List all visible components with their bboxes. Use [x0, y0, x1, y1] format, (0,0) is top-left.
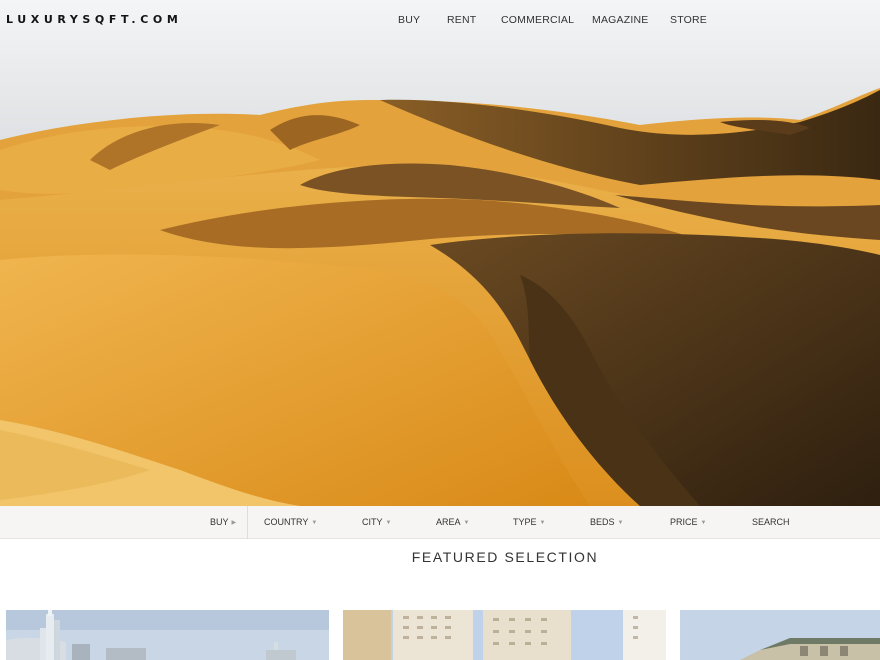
- filter-price-label: PRICE: [670, 517, 698, 527]
- caret-down-icon: ▼: [385, 520, 392, 526]
- nav-magazine[interactable]: MAGAZINE: [592, 14, 648, 26]
- search-button[interactable]: SEARCH: [752, 517, 790, 527]
- caret-right-icon: ▶: [231, 520, 237, 526]
- caret-down-icon: ▼: [617, 520, 624, 526]
- filter-city[interactable]: CITY ▼: [362, 517, 391, 527]
- residential-towers-image: [343, 610, 666, 660]
- page: LUXURYSQFT.COM BUY RENT COMMERCIAL MAGAZ…: [0, 0, 880, 660]
- downtown-tower-image: [6, 610, 329, 660]
- filter-country[interactable]: COUNTRY ▼: [264, 517, 317, 527]
- caret-down-icon: ▼: [311, 520, 318, 526]
- filter-beds[interactable]: BEDS ▼: [590, 517, 623, 527]
- caret-down-icon: ▼: [700, 520, 707, 526]
- featured-card-2[interactable]: [343, 610, 666, 660]
- nav-store[interactable]: STORE: [670, 14, 707, 26]
- desert-dunes-illustration: [0, 88, 880, 506]
- property-search-bar: BUY ▶ COUNTRY ▼ CITY ▼ AREA ▼ TYPE ▼ BEDS ▼ PR…: [0, 506, 880, 539]
- filter-buy[interactable]: BUY ▶: [210, 517, 236, 527]
- filter-city-label: CITY: [362, 517, 383, 527]
- filter-area-label: AREA: [436, 517, 461, 527]
- filter-buy-label: BUY: [210, 517, 229, 527]
- filter-divider: [247, 506, 248, 539]
- site-logo[interactable]: LUXURYSQFT.COM: [6, 13, 182, 26]
- featured-card-3[interactable]: [680, 610, 880, 660]
- top-navigation: LUXURYSQFT.COM BUY RENT COMMERCIAL MAGAZ…: [0, 0, 880, 40]
- hero-image: [0, 0, 880, 506]
- filter-price[interactable]: PRICE ▼: [670, 517, 706, 527]
- nav-buy[interactable]: BUY: [398, 14, 420, 26]
- featured-selection-heading: FEATURED SELECTION: [411, 549, 599, 565]
- filter-country-label: COUNTRY: [264, 517, 309, 527]
- featured-card-1[interactable]: [6, 610, 329, 660]
- caret-down-icon: ▼: [539, 520, 546, 526]
- nav-commercial[interactable]: COMMERCIAL: [501, 14, 574, 26]
- nav-rent[interactable]: RENT: [447, 14, 476, 26]
- filter-type-label: TYPE: [513, 517, 537, 527]
- filter-beds-label: BEDS: [590, 517, 615, 527]
- caret-down-icon: ▼: [463, 520, 470, 526]
- filter-area[interactable]: AREA ▼: [436, 517, 469, 527]
- villa-building-image: [680, 610, 880, 660]
- filter-type[interactable]: TYPE ▼: [513, 517, 545, 527]
